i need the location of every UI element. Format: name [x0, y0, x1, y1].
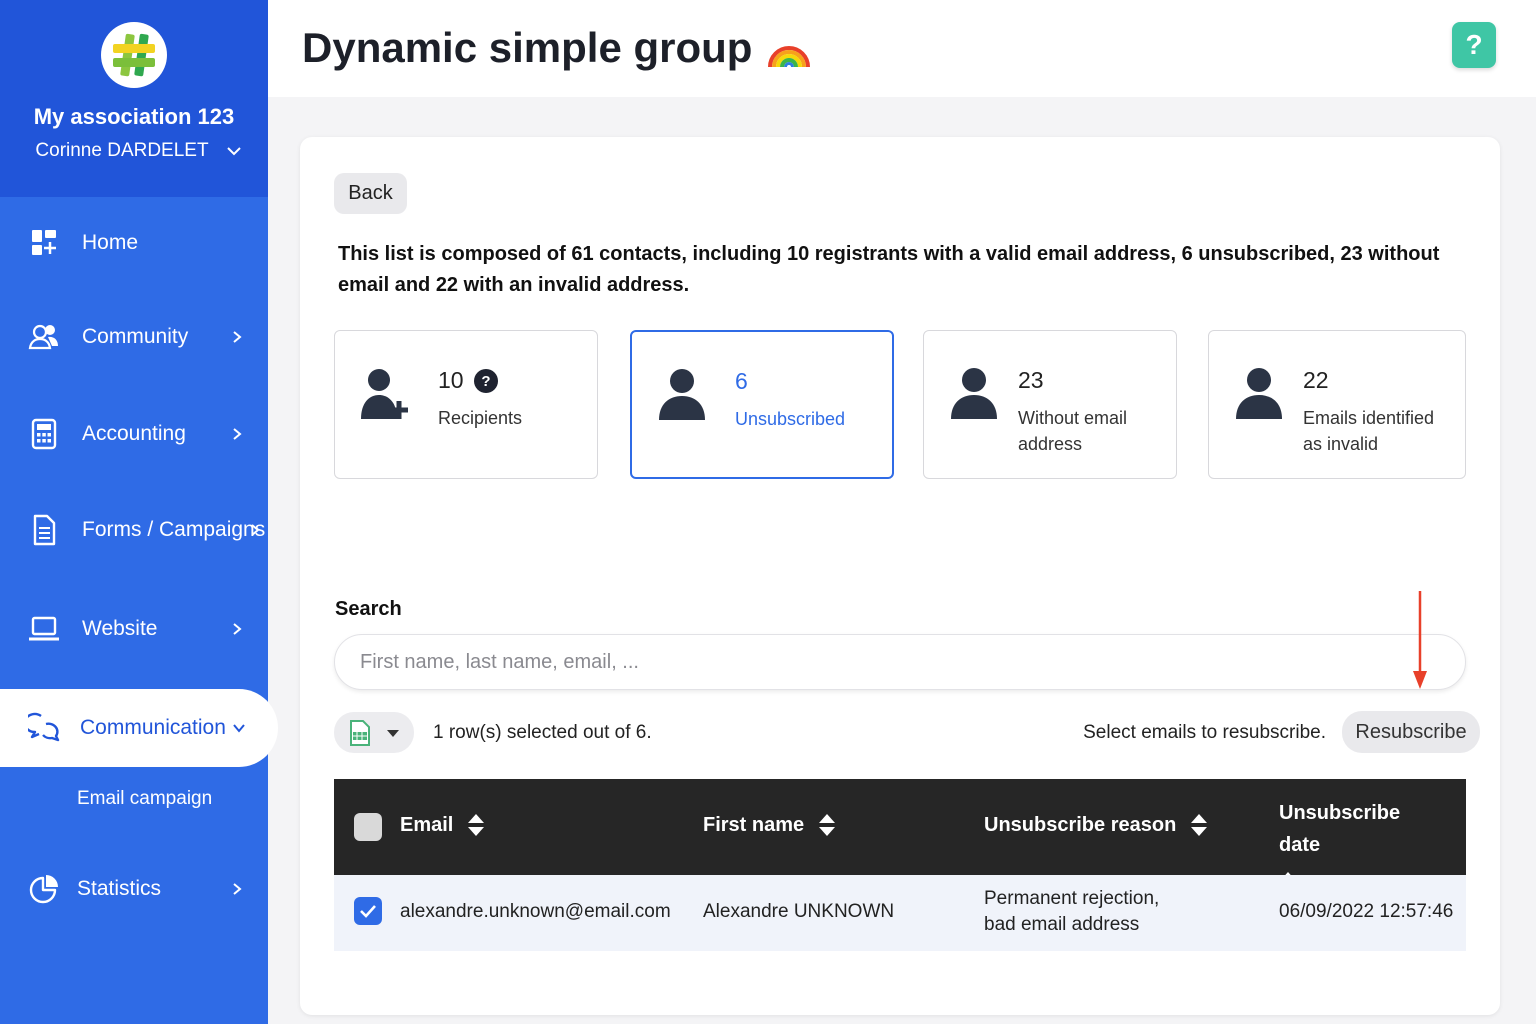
page-title: Dynamic simple group — [302, 24, 812, 72]
sidebar-item-community[interactable]: Community — [0, 309, 268, 365]
row-checkbox[interactable] — [354, 897, 382, 925]
spreadsheet-export-icon — [350, 720, 370, 746]
chevron-right-icon — [233, 883, 242, 895]
user-menu[interactable]: Corinne DARDELET — [27, 140, 241, 162]
arrow-down-icon — [1413, 591, 1427, 689]
checkmark-icon — [360, 905, 376, 918]
sidebar-subitem-email-campaign[interactable]: Email campaign — [77, 788, 212, 810]
stat-card-recipients[interactable]: 10 ? Recipients — [334, 330, 598, 479]
unsubscribed-table: Email First name Unsubscribe reason Unsu… — [334, 779, 1466, 951]
column-label: Email — [400, 813, 454, 836]
stat-value: 10 ? — [438, 367, 498, 394]
calculator-icon — [31, 418, 57, 450]
sidebar-item-label: Home — [82, 231, 139, 254]
cell-unsubscribe-date: 06/09/2022 12:57:46 — [1279, 901, 1454, 922]
stat-card-without-email[interactable]: 23 Without email address — [923, 330, 1177, 479]
column-header-first-name[interactable]: First name — [703, 813, 836, 837]
sidebar-item-statistics[interactable]: Statistics — [0, 861, 268, 917]
chevron-right-icon — [251, 524, 260, 536]
selection-count: 1 row(s) selected out of 6. — [433, 722, 652, 743]
sidebar-item-forms-campaigns[interactable]: Forms / Campaigns — [0, 502, 268, 558]
cell-unsubscribe-reason: Permanent rejection, bad email address — [984, 888, 1160, 935]
user-icon — [951, 368, 997, 419]
stat-caption: Recipients — [438, 408, 523, 428]
sidebar: My association 123 Corinne DARDELET Home… — [0, 0, 278, 1024]
chevron-right-icon — [233, 623, 242, 635]
sort-icon — [468, 814, 485, 836]
main-card: Back This list is composed of 61 contact… — [300, 137, 1500, 1015]
chevron-right-icon — [233, 428, 242, 440]
sidebar-item-label: Statistics — [77, 877, 162, 900]
search-input[interactable] — [334, 634, 1466, 690]
sidebar-item-label: Community — [82, 325, 189, 348]
sidebar-item-label: Accounting — [82, 422, 186, 445]
org-name: My association 123 — [33, 104, 235, 129]
sidebar-item-home[interactable]: Home — [0, 215, 268, 271]
question-circle-icon[interactable]: ? — [473, 368, 498, 393]
page-header: Dynamic simple group ? — [268, 0, 1536, 97]
users-icon — [28, 324, 58, 350]
stat-number: 10 — [438, 367, 464, 393]
sidebar-item-communication[interactable]: Communication — [0, 689, 278, 767]
help-button[interactable]: ? — [1452, 22, 1496, 68]
back-button[interactable]: Back — [334, 173, 407, 214]
search-label: Search — [335, 598, 402, 620]
stat-card-unsubscribed[interactable]: 6 Unsubscribed — [630, 330, 894, 479]
caret-down-icon — [387, 730, 399, 737]
sidebar-item-label: Website — [82, 617, 158, 640]
document-icon — [33, 514, 56, 546]
export-dropdown-button[interactable] — [334, 712, 414, 753]
stat-value: 6 — [735, 368, 748, 394]
sidebar-header: My association 123 Corinne DARDELET — [0, 0, 268, 197]
home-grid-icon — [32, 230, 56, 255]
column-label: First name — [703, 813, 805, 836]
sort-icon — [1191, 814, 1208, 836]
column-label: Unsubscribe reason — [984, 813, 1177, 836]
association-logo[interactable] — [101, 22, 167, 88]
user-icon — [659, 369, 705, 420]
table-header: Email First name Unsubscribe reason Unsu… — [334, 779, 1466, 894]
list-summary: This list is composed of 61 contacts, in… — [338, 243, 1440, 296]
sidebar-item-website[interactable]: Website — [0, 601, 268, 657]
add-user-icon — [361, 369, 408, 419]
select-all-checkbox[interactable] — [354, 813, 382, 841]
table-row[interactable]: alexandre.unknown@email.com Alexandre UN… — [334, 875, 1466, 951]
svg-text:?: ? — [481, 373, 490, 390]
laptop-icon — [29, 616, 59, 641]
resubscribe-button[interactable]: Resubscribe — [1342, 711, 1480, 753]
sort-icon — [819, 814, 836, 836]
user-icon — [1236, 368, 1282, 419]
stat-card-invalid-emails[interactable]: 22 Emails identified as invalid — [1208, 330, 1466, 479]
user-name: Corinne DARDELET — [35, 140, 209, 161]
chat-icon — [28, 712, 60, 742]
cell-email: alexandre.unknown@email.com — [400, 901, 671, 922]
column-header-unsubscribe-reason[interactable]: Unsubscribe reason — [984, 813, 1208, 837]
chevron-right-icon — [233, 331, 242, 343]
sidebar-item-label: Communication — [80, 716, 226, 739]
cell-first-name: Alexandre UNKNOWN — [703, 901, 895, 922]
chevron-down-icon — [233, 724, 245, 733]
rainbow-icon — [768, 46, 811, 68]
stat-caption: Unsubscribed — [735, 409, 846, 429]
column-label: Unsubscribe date — [1279, 802, 1401, 856]
stat-value: 23 — [1018, 367, 1044, 393]
column-header-email[interactable]: Email — [400, 813, 485, 837]
sidebar-item-label: Forms / Campaigns — [82, 518, 266, 541]
page-title-text: Dynamic simple group — [302, 24, 753, 71]
sidebar-item-accounting[interactable]: Accounting — [0, 406, 268, 462]
hashtag-logo-icon — [113, 33, 155, 77]
pie-chart-icon — [29, 875, 58, 904]
stat-caption: Without email address — [1018, 408, 1128, 454]
chevron-down-icon — [226, 147, 241, 156]
stat-value: 22 — [1303, 367, 1329, 393]
stat-caption: Emails identified as invalid — [1303, 408, 1435, 454]
resubscribe-hint: Select emails to resubscribe. — [1083, 722, 1326, 743]
